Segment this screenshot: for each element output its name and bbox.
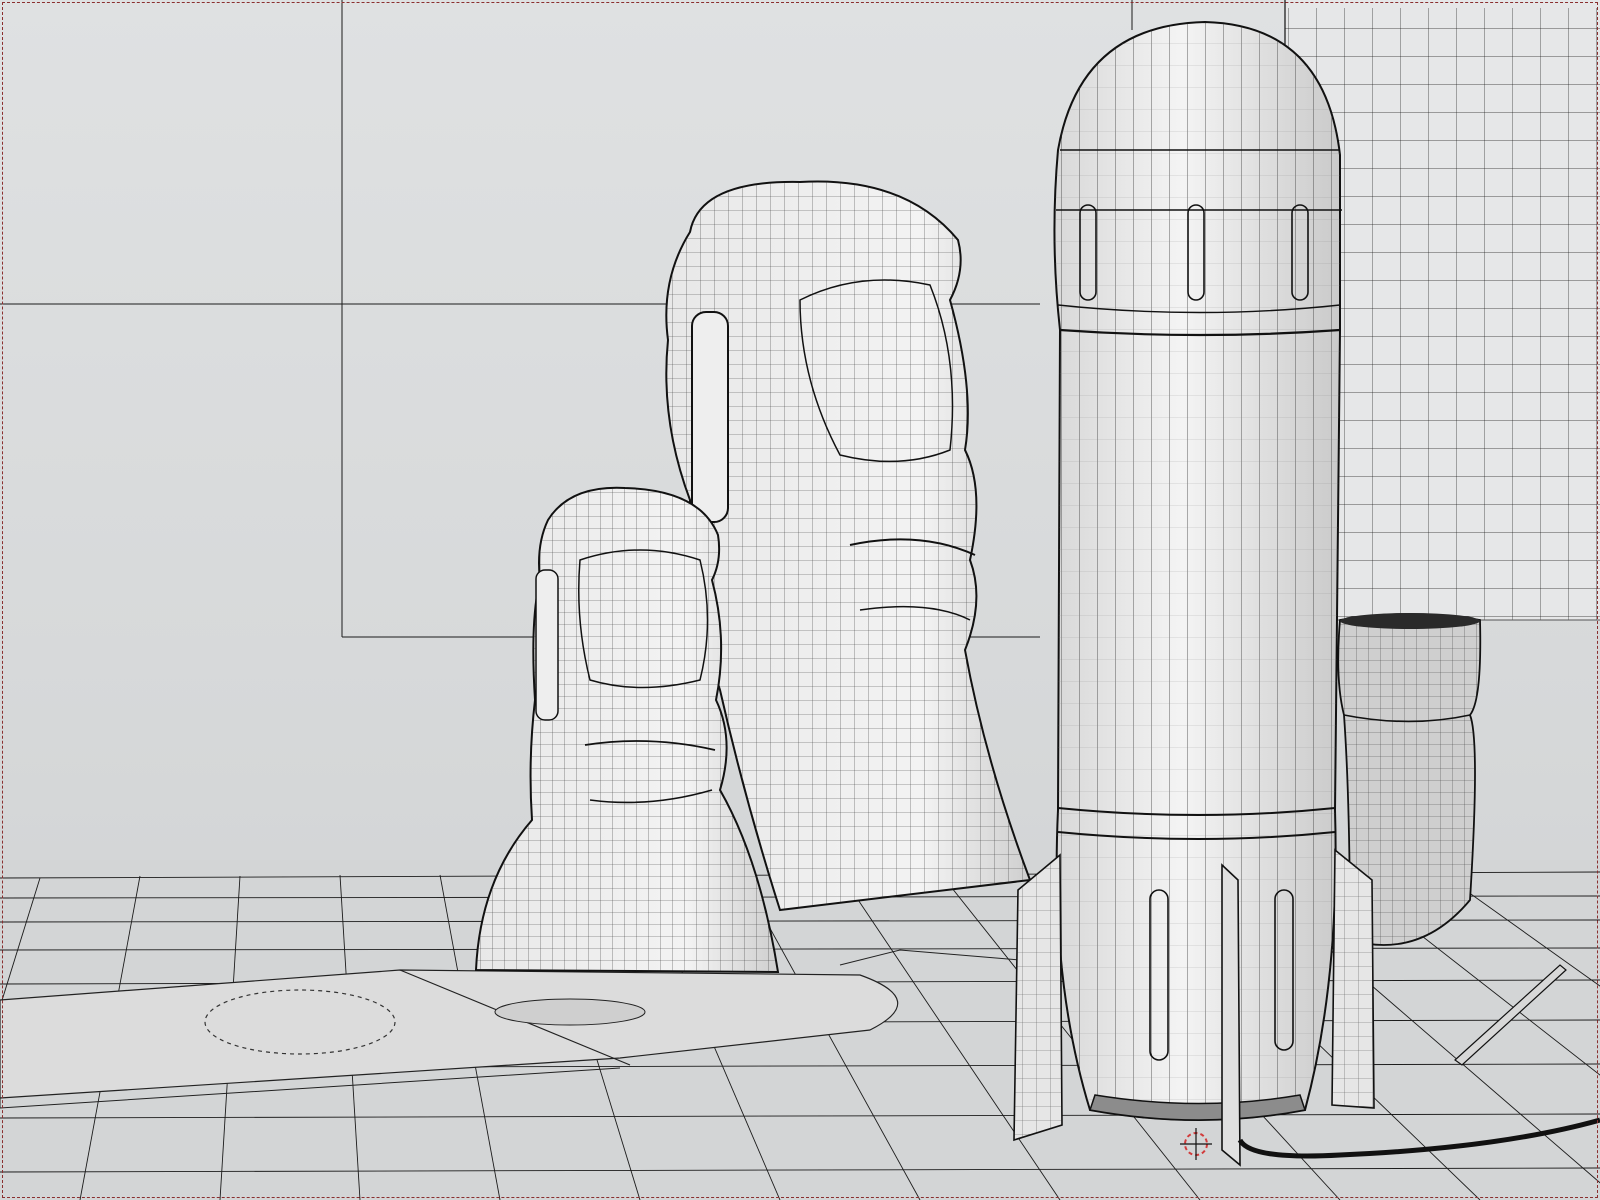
3d-cursor-icon[interactable]: [1180, 1128, 1212, 1160]
viewport-scene[interactable]: [0, 0, 1600, 1200]
rocket[interactable]: [1053, 20, 1342, 1121]
3d-viewport[interactable]: [0, 0, 1600, 1200]
